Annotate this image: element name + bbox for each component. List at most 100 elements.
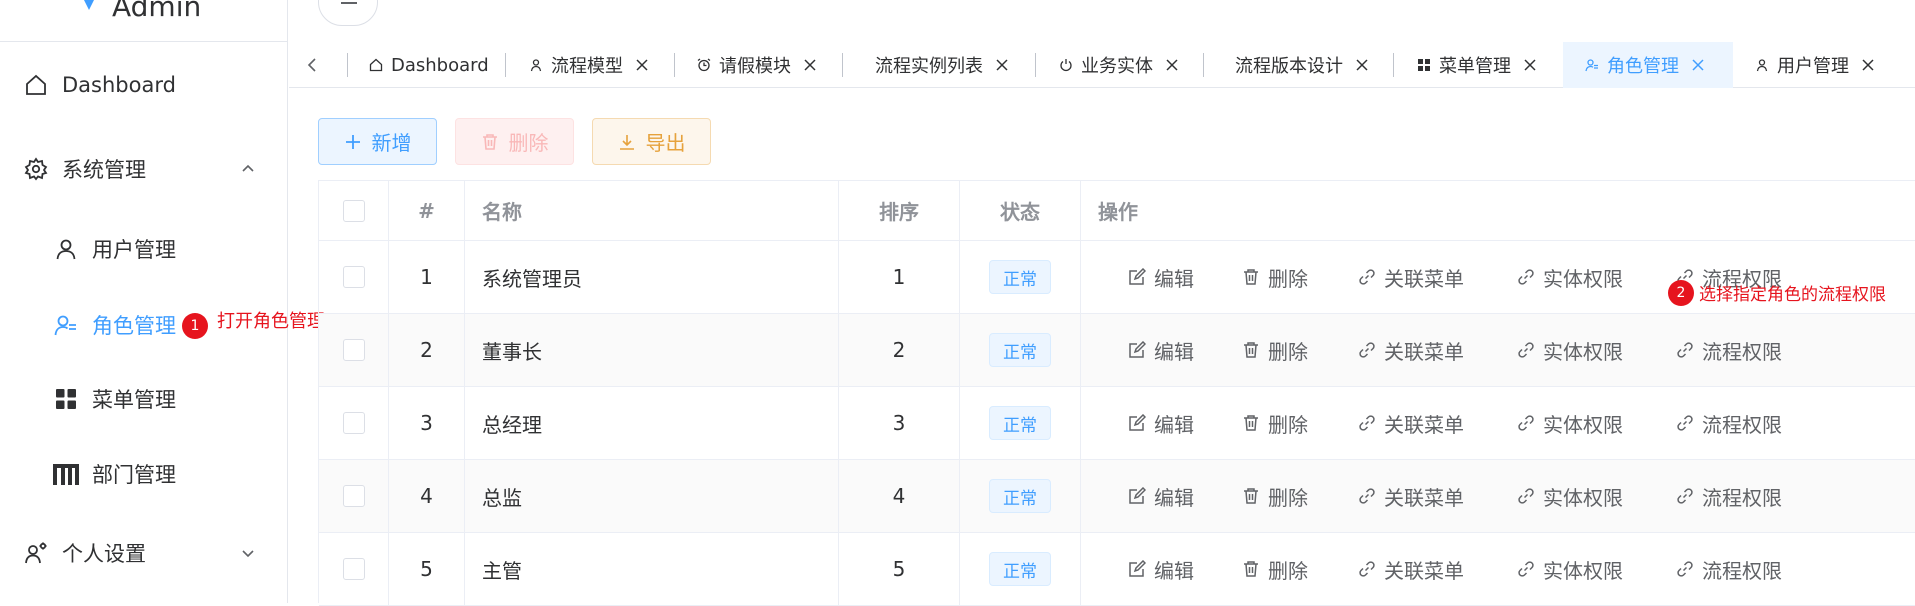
- row-sort: 5: [839, 533, 960, 605]
- flow-permission-button[interactable]: 流程权限: [1676, 460, 1782, 532]
- edit-icon: [1129, 268, 1146, 285]
- chevron-left-icon[interactable]: [303, 56, 321, 74]
- op-label: 关联菜单: [1384, 558, 1464, 583]
- flow-permission-button[interactable]: 流程权限: [1676, 314, 1782, 386]
- delete-row-button[interactable]: 删除: [1242, 314, 1308, 386]
- row-select-cell: [319, 241, 389, 313]
- row-select-cell: [319, 460, 389, 532]
- delete-button[interactable]: 删除: [455, 118, 574, 165]
- tab-leave-module[interactable]: 请假模块: [697, 42, 817, 88]
- tab-label: 流程版本设计: [1235, 56, 1343, 77]
- table-row[interactable]: 4 总监 4 正常 编辑 删除 关联菜单 实体权限 流程权限: [319, 460, 1915, 533]
- link-icon: [1677, 488, 1693, 504]
- user-icon: [1756, 59, 1768, 72]
- close-icon[interactable]: [803, 58, 817, 72]
- op-label: 流程权限: [1702, 485, 1782, 510]
- link-icon: [1518, 415, 1534, 431]
- table-row[interactable]: 5 主管 5 正常 编辑 删除 关联菜单 实体权限 流程权限: [319, 533, 1915, 606]
- delete-row-button[interactable]: 删除: [1242, 387, 1308, 459]
- sidebar-item-personal-settings[interactable]: 个人设置: [0, 522, 288, 584]
- close-icon[interactable]: [1861, 58, 1875, 72]
- edit-button[interactable]: 编辑: [1128, 387, 1194, 459]
- select-all-checkbox[interactable]: [342, 199, 365, 222]
- entity-permission-button[interactable]: 实体权限: [1517, 241, 1623, 313]
- tab-label: 菜单管理: [1439, 56, 1511, 77]
- user-settings-icon: [25, 542, 47, 564]
- tab-business-entity[interactable]: 业务实体: [1059, 42, 1179, 88]
- entity-permission-button[interactable]: 实体权限: [1517, 533, 1623, 605]
- row-ops-cell: 编辑 删除 关联菜单 实体权限 流程权限: [1081, 314, 1915, 386]
- link-menu-button[interactable]: 关联菜单: [1358, 241, 1464, 313]
- op-label: 实体权限: [1543, 485, 1623, 510]
- op-label: 关联菜单: [1384, 412, 1464, 437]
- link-menu-button[interactable]: 关联菜单: [1358, 314, 1464, 386]
- flow-permission-button[interactable]: 流程权限: [1676, 533, 1782, 605]
- link-icon: [1359, 415, 1375, 431]
- sidebar-item-label: Dashboard: [62, 73, 176, 97]
- status-badge: 正常: [989, 406, 1051, 440]
- tab-user-management[interactable]: 用户管理: [1755, 42, 1875, 88]
- app-title: Admin: [112, 0, 202, 23]
- trash-icon: [1244, 342, 1258, 358]
- sidebar-item-dashboard[interactable]: Dashboard: [0, 54, 288, 116]
- close-icon[interactable]: [995, 58, 1009, 72]
- tab-separator: [674, 53, 675, 77]
- link-menu-button[interactable]: 关联菜单: [1358, 460, 1464, 532]
- close-icon[interactable]: [1165, 58, 1179, 72]
- row-checkbox[interactable]: [342, 485, 365, 507]
- status-badge: 正常: [989, 260, 1051, 294]
- op-label: 删除: [1268, 485, 1308, 510]
- sidebar-item-departments[interactable]: 部门管理: [0, 443, 288, 505]
- entity-permission-button[interactable]: 实体权限: [1517, 314, 1623, 386]
- op-label: 关联菜单: [1384, 339, 1464, 364]
- delete-row-button[interactable]: 删除: [1242, 533, 1308, 605]
- collapse-sidebar-button[interactable]: [318, 0, 378, 26]
- edit-button[interactable]: 编辑: [1128, 460, 1194, 532]
- tab-role-management[interactable]: 角色管理: [1563, 42, 1733, 88]
- row-checkbox[interactable]: [342, 266, 365, 288]
- sidebar-item-label: 个人设置: [62, 542, 146, 566]
- link-menu-button[interactable]: 关联菜单: [1358, 533, 1464, 605]
- delete-row-button[interactable]: 删除: [1242, 241, 1308, 313]
- sidebar-item-users[interactable]: 用户管理: [0, 218, 288, 280]
- row-checkbox[interactable]: [342, 412, 365, 434]
- tab-dashboard[interactable]: Dashboard: [369, 42, 489, 88]
- delete-row-button[interactable]: 删除: [1242, 460, 1308, 532]
- row-checkbox[interactable]: [342, 339, 365, 361]
- edit-button[interactable]: 编辑: [1128, 314, 1194, 386]
- add-button[interactable]: 新增: [318, 118, 437, 165]
- edit-button[interactable]: 编辑: [1128, 533, 1194, 605]
- edit-icon: [1129, 560, 1146, 577]
- chevron-down-icon: [242, 550, 254, 558]
- row-sort: 4: [839, 460, 960, 532]
- delete-button-label: 删除: [508, 131, 549, 155]
- close-icon[interactable]: [1523, 58, 1537, 72]
- tab-menu-management[interactable]: 菜单管理: [1417, 42, 1537, 88]
- close-icon[interactable]: [635, 58, 649, 72]
- edit-button[interactable]: 编辑: [1128, 241, 1194, 313]
- sidebar-item-label: 用户管理: [92, 238, 176, 262]
- entity-permission-button[interactable]: 实体权限: [1517, 460, 1623, 532]
- sidebar-item-menus[interactable]: 菜单管理: [0, 368, 288, 430]
- tab-process-model[interactable]: 流程模型: [529, 42, 649, 88]
- op-label: 编辑: [1154, 558, 1194, 583]
- flow-permission-button[interactable]: 流程权限: [1676, 387, 1782, 459]
- close-icon[interactable]: [1691, 58, 1705, 72]
- link-icon: [1677, 342, 1693, 358]
- tab-label: Dashboard: [391, 54, 489, 76]
- table-row[interactable]: 3 总经理 3 正常 编辑 删除 关联菜单 实体权限 流程权限: [319, 387, 1915, 460]
- tab-process-instances[interactable]: 流程实例列表: [875, 42, 1009, 88]
- sidebar-item-system[interactable]: 系统管理: [0, 138, 288, 200]
- close-icon[interactable]: [1355, 58, 1369, 72]
- link-icon: [1677, 561, 1693, 577]
- row-checkbox[interactable]: [342, 558, 365, 580]
- op-label: 关联菜单: [1384, 485, 1464, 510]
- table-row[interactable]: 2 董事长 2 正常 编辑 删除 关联菜单 实体权限 流程权限: [319, 314, 1915, 387]
- row-sort: 2: [839, 314, 960, 386]
- tab-process-version-design[interactable]: 流程版本设计: [1235, 42, 1369, 88]
- link-menu-button[interactable]: 关联菜单: [1358, 387, 1464, 459]
- model-icon: [530, 59, 542, 72]
- export-button[interactable]: 导出: [592, 118, 711, 165]
- entity-permission-button[interactable]: 实体权限: [1517, 387, 1623, 459]
- sidebar-item-label: 菜单管理: [92, 388, 176, 412]
